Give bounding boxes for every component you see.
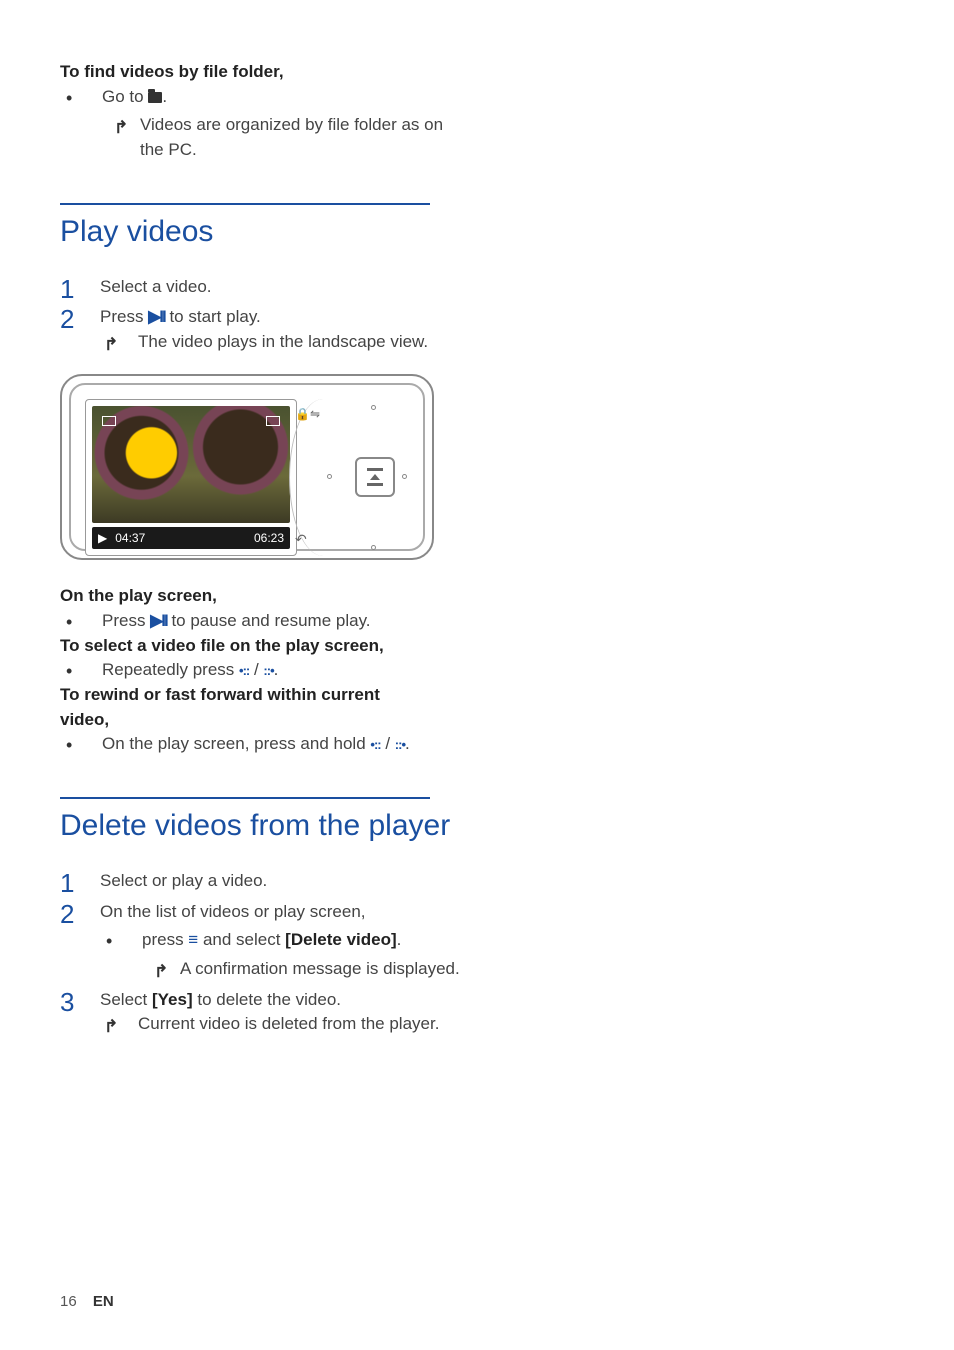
delete-videos-heading: Delete videos from the player bbox=[60, 809, 460, 843]
text-mid: / bbox=[381, 734, 395, 753]
device-illustration: ▶ 04:37 06:23 🔒⇋ ↶ bbox=[60, 374, 434, 560]
select-file-title: To select a video file on the play scree… bbox=[60, 634, 460, 659]
play-steps: 1 Select a video. 2 Press ▶II to start p… bbox=[60, 275, 460, 355]
text-pre: On the play screen, press and hold bbox=[102, 734, 370, 753]
next-icon: ::• bbox=[395, 737, 405, 752]
prev-icon: •:: bbox=[239, 663, 249, 678]
rewind-ff-list: On the play screen, press and hold •:: /… bbox=[60, 732, 460, 757]
delete-step-1: 1 Select or play a video. bbox=[60, 869, 460, 894]
play-pause-icon: ▶II bbox=[150, 611, 167, 630]
prev-icon: •:: bbox=[370, 737, 380, 752]
section-rule bbox=[60, 797, 430, 799]
goto-prefix: Go to bbox=[102, 87, 148, 106]
play-videos-heading: Play videos bbox=[60, 215, 460, 249]
find-by-folder-list: Go to . Videos are organized by file fol… bbox=[60, 85, 460, 163]
text-mid: / bbox=[249, 660, 263, 679]
step-text: On the list of videos or play screen, bbox=[100, 902, 366, 921]
step-number: 2 bbox=[60, 896, 74, 934]
text-post: . bbox=[274, 660, 279, 679]
text-pre: Repeatedly press bbox=[102, 660, 239, 679]
step-number: 3 bbox=[60, 984, 74, 1022]
section-rule bbox=[60, 203, 430, 205]
find-by-folder-title: To find videos by file folder, bbox=[60, 60, 460, 85]
page-number: 16 bbox=[60, 1293, 77, 1310]
screen-top-icons bbox=[102, 416, 280, 426]
text-mid: and select bbox=[198, 930, 285, 949]
next-icon: ::• bbox=[263, 663, 273, 678]
center-button bbox=[355, 457, 395, 497]
rewind-ff-title-2: video, bbox=[60, 708, 460, 733]
step-text: Select a video. bbox=[100, 277, 212, 296]
goto-item: Go to . Videos are organized by file fol… bbox=[60, 85, 460, 163]
play-step-2: 2 Press ▶II to start play. The video pla… bbox=[60, 305, 460, 354]
lock-icon: 🔒⇋ bbox=[295, 407, 320, 421]
device-screen: ▶ 04:37 06:23 bbox=[85, 399, 297, 556]
select-file-item: Repeatedly press •:: / ::•. bbox=[60, 658, 460, 683]
step-post: to start play. bbox=[165, 307, 261, 326]
goto-result: Videos are organized by file folder as o… bbox=[102, 113, 460, 162]
language-code: EN bbox=[93, 1293, 114, 1310]
rewind-ff-item: On the play screen, press and hold •:: /… bbox=[60, 732, 460, 757]
rewind-ff-title-1: To rewind or fast forward within current bbox=[60, 683, 460, 708]
step-text: Select or play a video. bbox=[100, 871, 267, 890]
delete-sub-item: press ≡ and select [Delete video]. A con… bbox=[100, 928, 460, 981]
on-play-screen-title: On the play screen, bbox=[60, 584, 460, 609]
pause-resume-list: Press ▶II to pause and resume play. bbox=[60, 609, 460, 634]
step-result: Current video is deleted from the player… bbox=[100, 1012, 460, 1037]
total-time: 06:23 bbox=[254, 531, 284, 545]
step-result: The video plays in the landscape view. bbox=[100, 330, 460, 355]
step-number: 2 bbox=[60, 301, 74, 339]
text-post: to pause and resume play. bbox=[167, 611, 371, 630]
elapsed-time: 04:37 bbox=[115, 531, 145, 545]
select-file-list: Repeatedly press •:: / ::•. bbox=[60, 658, 460, 683]
text-post: to delete the video. bbox=[193, 990, 341, 1009]
step-pre: Press bbox=[100, 307, 148, 326]
yes-label: [Yes] bbox=[152, 990, 193, 1009]
menu-icon: ≡ bbox=[188, 928, 198, 953]
play-step-1: 1 Select a video. bbox=[60, 275, 460, 300]
text-pre: press bbox=[142, 930, 188, 949]
time-bar: ▶ 04:37 06:23 bbox=[92, 527, 290, 549]
delete-step-3: 3 Select [Yes] to delete the video. Curr… bbox=[60, 988, 460, 1037]
pause-resume-item: Press ▶II to pause and resume play. bbox=[60, 609, 460, 634]
play-pause-icon: ▶II bbox=[148, 307, 165, 326]
delete-steps: 1 Select or play a video. 2 On the list … bbox=[60, 869, 460, 1037]
text-post: . bbox=[397, 930, 402, 949]
back-icon: ↶ bbox=[295, 531, 307, 548]
delete-step-2: 2 On the list of videos or play screen, … bbox=[60, 900, 460, 982]
goto-suffix: . bbox=[162, 87, 167, 106]
text-pre: Select bbox=[100, 990, 152, 1009]
page-footer: 16 EN bbox=[60, 1293, 114, 1310]
text-pre: Press bbox=[102, 611, 150, 630]
text-post: . bbox=[405, 734, 410, 753]
video-thumbnail bbox=[92, 406, 290, 523]
play-indicator-icon: ▶ bbox=[98, 531, 107, 545]
device-buttons: 🔒⇋ ↶ bbox=[289, 399, 409, 556]
folder-icon bbox=[148, 92, 162, 103]
step-result: A confirmation message is displayed. bbox=[142, 957, 460, 982]
delete-video-label: [Delete video] bbox=[285, 930, 396, 949]
